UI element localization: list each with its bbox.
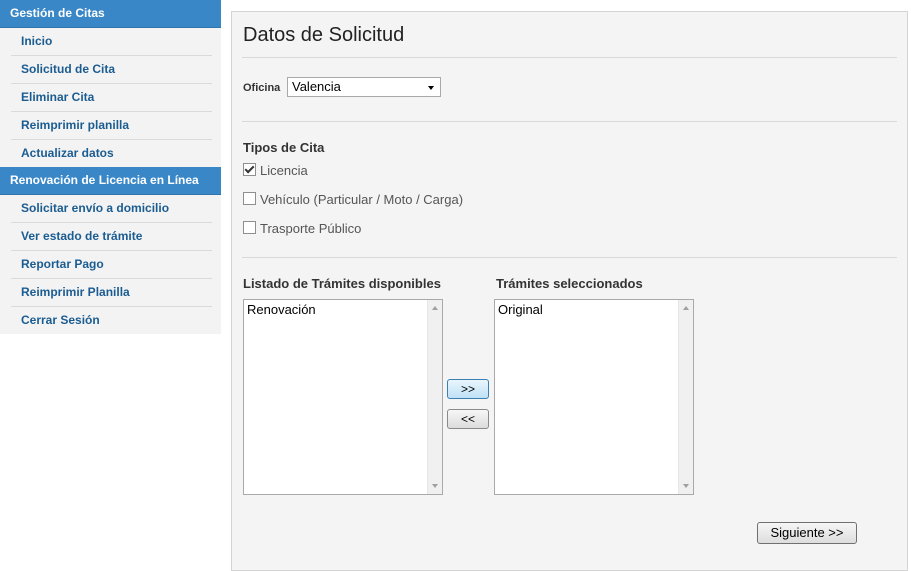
- menu-item-reimprimir-planilla-2[interactable]: Reimprimir Planilla: [11, 279, 212, 307]
- checkbox-transporte-publico[interactable]: Trasporte Público: [243, 221, 361, 237]
- section-header-gestion-citas: Gestión de Citas: [0, 0, 221, 28]
- selected-tramites-listbox[interactable]: Original: [494, 299, 694, 495]
- menu-item-cerrar-sesion[interactable]: Cerrar Sesión: [11, 307, 212, 334]
- menu-item-reimprimir-planilla[interactable]: Reimprimir planilla: [11, 112, 212, 140]
- checkbox-label: Licencia: [260, 163, 308, 178]
- available-tramites-listbox[interactable]: Renovación: [243, 299, 443, 495]
- selected-list-label: Trámites seleccionados: [496, 276, 643, 291]
- menu-item-actualizar-datos[interactable]: Actualizar datos: [11, 140, 212, 167]
- menu-item-reportar-pago[interactable]: Reportar Pago: [11, 251, 212, 279]
- add-tramite-button[interactable]: >>: [447, 379, 489, 399]
- checkbox-unchecked-icon[interactable]: [243, 192, 256, 205]
- list-item[interactable]: Renovación: [244, 300, 442, 319]
- scroll-up-icon[interactable]: [432, 306, 438, 310]
- scroll-down-icon[interactable]: [683, 484, 689, 488]
- scroll-down-icon[interactable]: [432, 484, 438, 488]
- oficina-select[interactable]: Valencia: [287, 77, 441, 97]
- divider: [242, 121, 897, 122]
- solicitud-panel: Datos de Solicitud Oficina Valencia Tipo…: [231, 11, 908, 571]
- menu-item-solicitar-envio[interactable]: Solicitar envío a domicilio: [11, 195, 212, 223]
- checkbox-vehiculo[interactable]: Vehículo (Particular / Moto / Carga): [243, 192, 463, 208]
- available-list-label: Listado de Trámites disponibles: [243, 276, 441, 291]
- siguiente-button[interactable]: Siguiente >>: [757, 522, 857, 544]
- menu-item-inicio[interactable]: Inicio: [11, 28, 212, 56]
- oficina-selected-value: Valencia: [292, 79, 341, 94]
- section-header-renovacion-licencia: Renovación de Licencia en Línea: [0, 167, 221, 195]
- page-title: Datos de Solicitud: [243, 24, 405, 46]
- menu-renovacion-licencia: Solicitar envío a domicilio Ver estado d…: [0, 195, 221, 334]
- dropdown-arrow-icon: [428, 86, 434, 90]
- divider: [242, 57, 897, 58]
- checkbox-licencia[interactable]: Licencia: [243, 163, 308, 179]
- tipos-cita-label: Tipos de Cita: [243, 140, 325, 155]
- scroll-up-icon[interactable]: [683, 306, 689, 310]
- menu-item-solicitud-cita[interactable]: Solicitud de Cita: [11, 56, 212, 84]
- scrollbar[interactable]: [427, 300, 442, 494]
- checkbox-checked-icon[interactable]: [243, 163, 256, 176]
- checkbox-unchecked-icon[interactable]: [243, 221, 256, 234]
- oficina-label: Oficina: [243, 82, 281, 94]
- checkbox-label: Vehículo (Particular / Moto / Carga): [260, 192, 464, 207]
- checkbox-label: Trasporte Público: [260, 221, 362, 236]
- list-item[interactable]: Original: [495, 300, 693, 319]
- scrollbar[interactable]: [678, 300, 693, 494]
- remove-tramite-button[interactable]: <<: [447, 409, 489, 429]
- menu-gestion-citas: Inicio Solicitud de Cita Eliminar Cita R…: [0, 28, 221, 167]
- divider: [242, 257, 897, 258]
- sidebar: Gestión de Citas Inicio Solicitud de Cit…: [0, 0, 221, 334]
- menu-item-ver-estado[interactable]: Ver estado de trámite: [11, 223, 212, 251]
- menu-item-eliminar-cita[interactable]: Eliminar Cita: [11, 84, 212, 112]
